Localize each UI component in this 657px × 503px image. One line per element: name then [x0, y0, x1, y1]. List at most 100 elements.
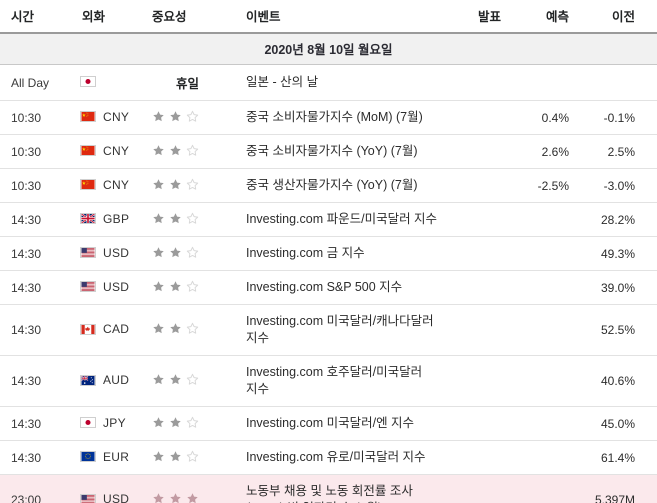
star-empty-icon	[186, 212, 199, 225]
cell-previous: 5.397M	[581, 474, 657, 503]
star-empty-icon	[186, 110, 199, 123]
table-row[interactable]: 10:30 CNY 중국 소비자물가지수 (MoM) (7월) 0.4% -0.1%	[0, 100, 657, 135]
cell-importance	[144, 236, 232, 271]
cell-event[interactable]: Investing.com 파운드/미국달러 지수	[232, 202, 445, 237]
cell-event[interactable]: 일본 - 산의 날	[232, 64, 445, 101]
flag-cn-icon	[80, 111, 96, 123]
table-row[interactable]: 14:30 EUR Investing.com 유로/미국달러 지수 61.4%	[0, 440, 657, 475]
cell-time: 14:30	[0, 406, 72, 441]
star-filled-icon	[152, 110, 165, 123]
column-header-currency[interactable]: 외화	[72, 0, 144, 34]
cell-event[interactable]: 노동부 채용 및 노동 회전률 조사 (JOLT) 빈 일자리 수 (6월)	[232, 474, 445, 503]
cell-actual	[445, 270, 513, 305]
cell-event[interactable]: 중국 생산자물가지수 (YoY) (7월)	[232, 168, 445, 203]
cell-time: 23:00	[0, 474, 72, 503]
flag-cn-icon	[80, 145, 96, 157]
star-filled-icon	[169, 416, 182, 429]
currency-code: EUR	[103, 449, 130, 464]
cell-event[interactable]: Investing.com 미국달러/엔 지수	[232, 406, 445, 441]
flag-au-icon	[80, 374, 96, 386]
importance-stars	[152, 280, 199, 293]
star-filled-icon	[152, 178, 165, 191]
cell-previous: -0.1%	[581, 100, 657, 135]
star-empty-icon	[186, 246, 199, 259]
cell-importance	[144, 474, 232, 503]
flag-jp-icon	[80, 75, 96, 87]
cell-event[interactable]: Investing.com S&P 500 지수	[232, 270, 445, 305]
star-filled-icon	[169, 246, 182, 259]
cell-importance: 휴일	[144, 64, 232, 101]
column-header-event[interactable]: 이벤트	[232, 0, 445, 34]
star-filled-icon	[152, 450, 165, 463]
star-filled-icon	[169, 450, 182, 463]
currency-group: GBP	[80, 212, 129, 226]
star-filled-icon	[169, 178, 182, 191]
table-header: 시간 외화 중요성 이벤트 발표 예측 이전	[0, 0, 657, 34]
importance-stars	[152, 322, 199, 335]
star-empty-icon	[186, 144, 199, 157]
cell-previous: 40.6%	[581, 355, 657, 407]
star-empty-icon	[186, 322, 199, 335]
column-header-actual[interactable]: 발표	[445, 0, 513, 34]
cell-previous: 61.4%	[581, 440, 657, 475]
cell-event[interactable]: Investing.com 호주달러/미국달러 지수	[232, 355, 445, 407]
cell-currency: CNY	[72, 100, 144, 135]
table-row[interactable]: 23:00 USD 노동부 채용 및 노동 회전률 조사 (JOLT) 빈 일자리 …	[0, 474, 657, 503]
cell-currency: CNY	[72, 134, 144, 169]
star-filled-icon	[169, 492, 182, 503]
cell-event[interactable]: 중국 소비자물가지수 (YoY) (7월)	[232, 134, 445, 169]
column-header-importance[interactable]: 중요성	[144, 0, 232, 34]
date-separator-row: 2020년 8월 10일 월요일	[0, 32, 657, 65]
cell-event[interactable]: 중국 소비자물가지수 (MoM) (7월)	[232, 100, 445, 135]
currency-code: AUD	[103, 373, 130, 388]
star-filled-icon	[169, 373, 182, 386]
cell-event[interactable]: Investing.com 미국달러/캐나다달러 지수	[232, 304, 445, 356]
star-empty-icon	[186, 280, 199, 293]
table-row[interactable]: 14:30 CAD Investing.com 미국달러/캐나다달러 지수 52.5%	[0, 304, 657, 356]
star-filled-icon	[152, 373, 165, 386]
importance-stars	[152, 373, 199, 386]
table-row[interactable]: 14:30 GBP Investing.com 파운드/미국달러 지수 28.2%	[0, 202, 657, 237]
economic-calendar-page: 시간 외화 중요성 이벤트 발표 예측 이전 2020년 8월 10일 월요일 A…	[0, 0, 657, 503]
table-row[interactable]: 14:30 AUD Investing.com 호주달러/미국달러 지수 40.6%	[0, 355, 657, 407]
currency-code: CAD	[103, 322, 130, 337]
table-row[interactable]: 14:30 USD Investing.com S&P 500 지수 39.0%	[0, 270, 657, 305]
table-row[interactable]: 14:30 USD Investing.com 금 지수 49.3%	[0, 236, 657, 271]
star-filled-icon	[152, 246, 165, 259]
cell-previous: 39.0%	[581, 270, 657, 305]
flag-gb-icon	[80, 213, 96, 225]
cell-time: 14:30	[0, 440, 72, 475]
cell-actual	[445, 168, 513, 203]
star-filled-icon	[169, 144, 182, 157]
star-filled-icon	[152, 212, 165, 225]
cell-forecast	[513, 64, 581, 101]
table-row[interactable]: 10:30 CNY 중국 소비자물가지수 (YoY) (7월) 2.6% 2.5%	[0, 134, 657, 169]
column-header-forecast[interactable]: 예측	[513, 0, 581, 34]
currency-group: JPY	[80, 416, 126, 430]
flag-jp-icon	[80, 417, 96, 429]
star-filled-icon	[152, 492, 165, 503]
cell-previous: 45.0%	[581, 406, 657, 441]
currency-code: USD	[103, 279, 130, 294]
importance-stars	[152, 144, 199, 157]
table-row[interactable]: All Day 휴일 일본 - 산의 날	[0, 64, 657, 101]
cell-event[interactable]: Investing.com 유로/미국달러 지수	[232, 440, 445, 475]
cell-importance	[144, 100, 232, 135]
importance-stars	[152, 450, 199, 463]
table-row[interactable]: 10:30 CNY 중국 생산자물가지수 (YoY) (7월) -2.5% -3.0%	[0, 168, 657, 203]
star-filled-icon	[186, 492, 199, 503]
column-header-time[interactable]: 시간	[0, 0, 72, 34]
table-body: 2020년 8월 10일 월요일 All Day 휴일 일본 - 산의 날 10:30 C…	[0, 32, 657, 503]
cell-previous: 28.2%	[581, 202, 657, 237]
cell-currency: AUD	[72, 355, 144, 407]
table-row[interactable]: 14:30 JPY Investing.com 미국달러/엔 지수 45.0%	[0, 406, 657, 441]
cell-currency: CNY	[72, 168, 144, 203]
cell-currency: USD	[72, 236, 144, 271]
economic-calendar-table: 시간 외화 중요성 이벤트 발표 예측 이전 2020년 8월 10일 월요일 A…	[0, 0, 657, 503]
column-header-previous[interactable]: 이전	[581, 0, 657, 34]
currency-group: CNY	[80, 144, 129, 158]
cell-forecast: 0.4%	[513, 100, 581, 135]
cell-event[interactable]: Investing.com 금 지수	[232, 236, 445, 271]
currency-group: AUD	[80, 373, 129, 387]
cell-previous: 49.3%	[581, 236, 657, 271]
